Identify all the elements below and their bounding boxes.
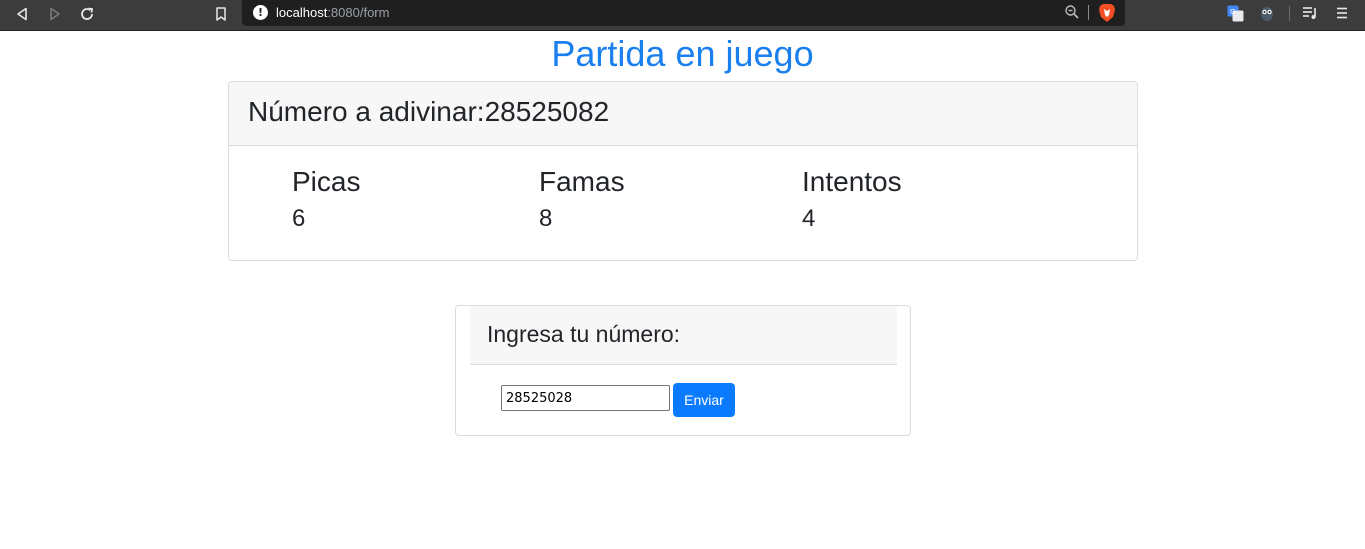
game-status-card: Número a adivinar:28525082 Picas 6 Famas… [228, 81, 1138, 261]
page-title: Partida en juego [551, 33, 814, 74]
owl-icon[interactable] [1259, 4, 1275, 27]
playlist-icon[interactable] [1302, 6, 1318, 25]
send-button[interactable]: Enviar [673, 383, 735, 417]
brave-shield-icon[interactable] [1098, 3, 1116, 28]
guess-form-header: Ingresa tu número: [470, 306, 897, 365]
reload-icon[interactable] [74, 2, 100, 26]
translate-icon[interactable]: G [1227, 5, 1244, 27]
stat-picas: Picas 6 [292, 166, 360, 234]
stat-intentos-value: 4 [802, 205, 816, 232]
target-number-label: Número a adivinar: [248, 96, 485, 127]
stat-intentos: Intentos 4 [802, 166, 902, 234]
bookmark-icon[interactable] [208, 2, 234, 26]
stat-famas-label: Famas [539, 166, 625, 197]
stat-famas: Famas 8 [539, 166, 625, 234]
url-path: :8080/form [327, 5, 390, 20]
address-url[interactable]: localhost:8080/form [276, 5, 389, 20]
guess-input[interactable] [501, 385, 670, 411]
toolbar-divider [1289, 6, 1290, 21]
target-number-header: Número a adivinar:28525082 [229, 82, 1137, 146]
stat-picas-label: Picas [292, 166, 361, 197]
url-host: localhost [276, 5, 328, 20]
stat-picas-value: 6 [292, 205, 306, 232]
address-bar-divider [1088, 5, 1089, 20]
svg-text:G: G [1230, 8, 1235, 16]
stat-intentos-label: Intentos [802, 166, 902, 197]
browser-toolbar: ! localhost:8080/form G [0, 0, 1365, 31]
forward-arrow-icon[interactable] [42, 2, 68, 26]
hamburger-menu-icon[interactable] [1336, 6, 1348, 24]
site-info-icon[interactable]: ! [253, 5, 268, 20]
guess-form-card: Ingresa tu número: Enviar [455, 305, 911, 436]
back-arrow-icon[interactable] [9, 2, 35, 26]
stat-famas-value: 8 [539, 205, 553, 232]
target-number-value: 28525082 [484, 96, 610, 127]
zoom-icon[interactable] [1064, 4, 1080, 25]
